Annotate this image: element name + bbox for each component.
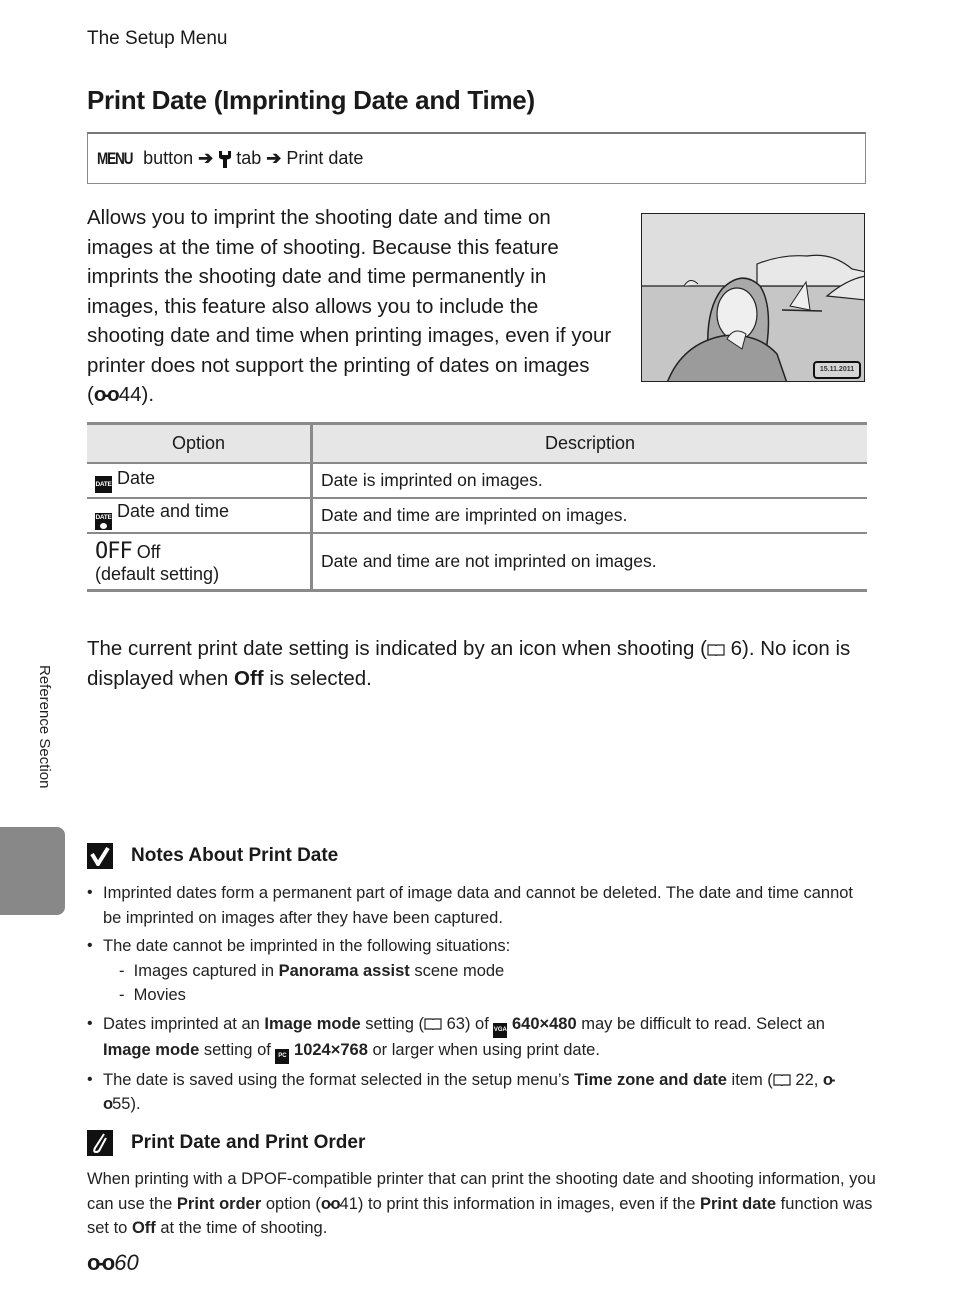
option-label: Date	[117, 468, 156, 488]
menu-path-tab-word: tab	[236, 148, 262, 168]
note-item: Dates imprinted at an Image mode setting…	[87, 1012, 867, 1064]
option-label: Date and time	[117, 501, 230, 521]
note-subitem: Images captured in Panorama assist scene…	[119, 959, 867, 984]
intro-close: ).	[141, 383, 155, 406]
note-text: Imprinted dates form a permanent part of…	[103, 884, 854, 927]
off-icon: OFF	[95, 538, 133, 564]
note-subitem: Movies	[119, 983, 867, 1008]
note-item: The date cannot be imprinted in the foll…	[87, 934, 867, 1008]
note-sublist: Images captured in Panorama assist scene…	[103, 959, 867, 1008]
tip-heading-text: Print Date and Print Order	[131, 1132, 366, 1153]
tip-paragraph: When printing with a DPOF-compatible pri…	[87, 1167, 877, 1241]
bold-term: Off	[234, 666, 264, 690]
menu-path-button-word: button	[143, 148, 194, 168]
bold-term: Time zone and date	[574, 1070, 727, 1089]
binoculars-icon: o-o	[320, 1194, 341, 1213]
pc-image-mode-icon: PC	[275, 1048, 290, 1064]
sample-photo-illustration: 15.11.2011	[641, 213, 865, 382]
book-icon	[773, 1073, 791, 1086]
text-part: scene mode	[409, 961, 505, 980]
column-header-description: Description	[311, 422, 867, 464]
tip-heading: Print Date and Print Order	[87, 1130, 365, 1156]
binoculars-icon: o-o	[87, 1250, 115, 1275]
intro-ref[interactable]: 44	[119, 383, 142, 406]
running-head: The Setup Menu	[87, 28, 228, 49]
text-part: or larger when using print date.	[367, 1040, 600, 1059]
menu-path-target: Print date	[286, 148, 364, 168]
bold-term: Panorama assist	[278, 961, 410, 980]
intro-text: Allows you to imprint the shooting date …	[87, 206, 612, 406]
description-cell: Date and time are not imprinted on image…	[311, 533, 867, 592]
bold-term: Image mode	[264, 1014, 361, 1033]
bold-term: Image mode	[103, 1040, 200, 1059]
text-part: option (	[261, 1194, 321, 1213]
page-ref-link[interactable]: 22	[795, 1071, 813, 1089]
binoculars-icon: o-o	[93, 383, 120, 406]
checkmark-icon	[87, 843, 113, 869]
text-part: at the time of shooting.	[155, 1219, 328, 1237]
wrench-icon	[219, 150, 232, 168]
intro-paragraph: Allows you to imprint the shooting date …	[87, 203, 612, 410]
menu-path-box: MENU button ➔ tab ➔ Print date	[87, 132, 866, 184]
bold-term: Print order	[176, 1194, 262, 1213]
bold-term: Print date	[699, 1194, 777, 1213]
text-part: ) of	[464, 1014, 494, 1033]
option-label: Off	[136, 541, 161, 562]
text-part: setting of	[199, 1040, 276, 1059]
page-ref-link[interactable]: 41	[340, 1195, 358, 1213]
section-thumb-tab	[0, 827, 65, 915]
date-stamp-overlay: 15.11.2011	[813, 361, 861, 379]
menu-button-label: MENU	[97, 148, 133, 168]
table-row: DATE Date and time Date and time are impr…	[87, 498, 867, 534]
photo-drawing	[642, 214, 864, 381]
bold-term: Off	[131, 1219, 156, 1237]
vga-image-mode-icon: VGA	[493, 1022, 508, 1038]
table-row: OFF Off (default setting) Date and time a…	[87, 533, 867, 592]
section-side-label: Reference Section	[36, 665, 53, 789]
current-setting-paragraph: The current print date setting is indica…	[87, 634, 877, 693]
option-cell: OFF Off (default setting)	[87, 533, 313, 592]
text-part: The date is saved using the format selec…	[103, 1070, 575, 1089]
option-cell: DATE Date	[87, 463, 313, 499]
arrow-right-icon: ➔	[198, 148, 214, 168]
text-part: ,	[813, 1070, 823, 1089]
book-icon	[707, 644, 725, 656]
text-part: The current print date setting is indica…	[87, 637, 707, 660]
paperclip-icon	[87, 1130, 113, 1156]
page-number-text: 60	[114, 1250, 139, 1275]
text-part: item (	[726, 1070, 773, 1089]
note-item: Imprinted dates form a permanent part of…	[87, 881, 867, 930]
note-text: The date cannot be imprinted in the foll…	[103, 937, 511, 955]
text-part: ) to print this information in images, e…	[357, 1194, 700, 1213]
bold-term: 1024×768	[294, 1040, 368, 1059]
page-number: o-o60	[87, 1250, 139, 1276]
description-cell: Date and time are imprinted on images.	[311, 498, 867, 534]
date-icon: DATE	[95, 476, 112, 493]
text-part: Images captured in	[133, 961, 279, 980]
notes-list: Imprinted dates form a permanent part of…	[87, 881, 867, 1121]
text-part: ).	[130, 1095, 141, 1113]
option-cell: DATE Date and time	[87, 498, 313, 534]
note-item: The date is saved using the format selec…	[87, 1068, 867, 1117]
options-table: Option Description DATE Date Date is impr…	[87, 422, 867, 592]
table-header-row: Option Description	[87, 422, 867, 464]
page-ref-link[interactable]: 6	[731, 637, 742, 660]
book-icon	[424, 1017, 442, 1030]
page-title: Print Date (Imprinting Date and Time)	[87, 85, 535, 115]
arrow-right-icon: ➔	[266, 148, 282, 168]
table-row: DATE Date Date is imprinted on images.	[87, 463, 867, 499]
page-ref-link[interactable]: 55	[112, 1095, 130, 1113]
text-part: setting (	[360, 1014, 424, 1033]
page-ref-link[interactable]: 63	[447, 1015, 465, 1033]
bold-term: 640×480	[511, 1014, 577, 1033]
date-time-icon: DATE	[95, 513, 112, 530]
text-part: Dates imprinted at an	[103, 1014, 265, 1033]
notes-heading-text: Notes About Print Date	[131, 845, 339, 866]
text-part: may be difficult to read. Select an	[576, 1014, 825, 1033]
column-header-option: Option	[87, 422, 313, 464]
notes-heading: Notes About Print Date	[87, 843, 338, 869]
description-cell: Date is imprinted on images.	[311, 463, 867, 499]
text-part: is selected.	[263, 666, 372, 690]
option-sublabel: (default setting)	[95, 563, 220, 584]
